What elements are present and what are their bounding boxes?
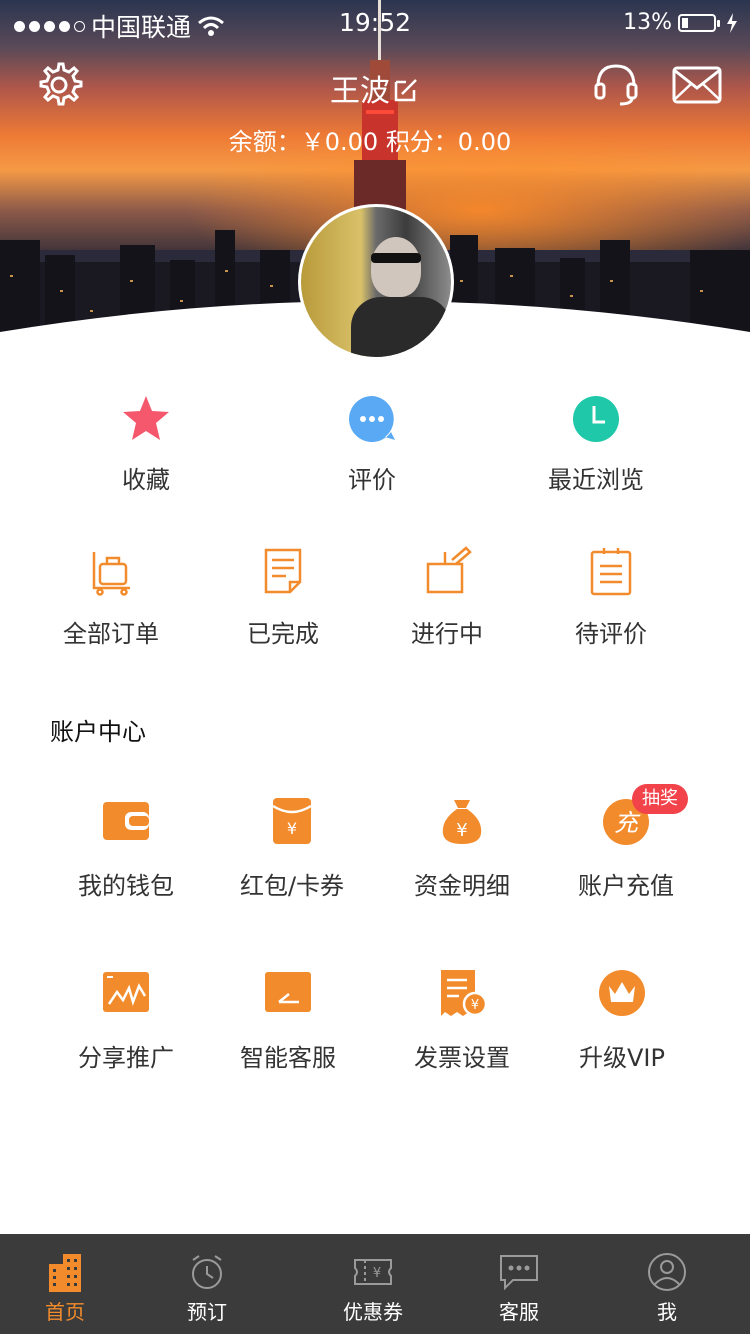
avatar-photo [301,207,451,357]
tab-label: 预订 [187,1300,227,1324]
quick-link-label: 收藏 [122,466,170,494]
charging-icon [727,12,737,33]
tab-home[interactable]: 首页 [0,1234,140,1334]
money-bag-icon: ¥ [442,800,482,844]
points-amount: 积分：0.00 [385,128,512,156]
order-label: 全部订单 [63,620,159,648]
battery-info: 13% [623,10,738,35]
tab-label: 优惠券 [343,1300,403,1324]
svg-text:¥: ¥ [471,998,479,1013]
account-item-label: 发票设置 [414,1044,510,1072]
account-smart-service[interactable]: 智能客服 [208,968,368,1073]
chat-bubble-icon [349,396,395,442]
svg-text:¥: ¥ [456,820,467,841]
building-icon [49,1254,81,1292]
account-item-label: 资金明细 [414,872,510,900]
user-name: 王波 [330,74,390,109]
clipboard-icon [590,548,632,596]
order-to-review[interactable]: 待评价 [536,546,686,649]
battery-icon [678,13,720,32]
user-avatar[interactable] [298,204,454,360]
svg-text:¥: ¥ [287,819,297,838]
invoice-icon: ¥ [441,970,487,1017]
crown-icon [599,970,645,1016]
clock-icon [573,396,619,442]
account-item-label: 升级VIP [579,1044,665,1072]
mail-icon[interactable] [672,66,722,104]
red-packet-icon: ¥ [272,798,312,844]
quick-link-label: 评价 [348,466,396,494]
tab-service[interactable]: 客服 [444,1234,594,1334]
order-label: 已完成 [247,620,319,648]
account-recharge[interactable]: 充 账户充值 [546,796,706,901]
svg-text:¥: ¥ [373,1266,381,1281]
balance-line: 余额：￥0.00 积分：0.00 [0,122,740,157]
order-all[interactable]: 全部订单 [36,546,186,649]
tab-label: 客服 [499,1300,539,1324]
tab-me[interactable]: 我 [592,1234,742,1334]
account-item-label: 我的钱包 [78,872,174,900]
balance-amount: 余额：￥0.00 [228,128,379,156]
message-icon [500,1255,538,1291]
wallet-icon [103,802,149,840]
user-icon [648,1253,686,1291]
luggage-cart-icon [92,552,130,596]
order-completed[interactable]: 已完成 [208,546,358,649]
account-item-label: 账户充值 [578,872,674,900]
quick-link-reviews[interactable]: 评价 [282,394,462,495]
tab-coupons[interactable]: ¥ 优惠券 [298,1234,448,1334]
alarm-clock-icon [192,1255,222,1289]
share-chart-icon [103,972,149,1012]
quick-link-favorites[interactable]: 收藏 [56,394,236,495]
quick-link-history[interactable]: 最近浏览 [506,394,686,495]
ticket-icon: ¥ [354,1259,392,1285]
account-item-label: 红包/卡券 [239,872,345,900]
order-label: 待评价 [575,620,647,648]
bottom-tab-bar: 首页 预订 ¥ 优惠券 客服 我 [0,1234,750,1334]
account-share[interactable]: 分享推广 [46,968,206,1073]
smart-service-icon [265,972,311,1012]
edit-icon[interactable] [392,76,420,104]
account-upgrade-vip[interactable]: 升级VIP [542,968,702,1073]
account-item-label: 分享推广 [78,1044,174,1072]
tab-booking[interactable]: 预订 [132,1234,282,1334]
account-item-label: 智能客服 [240,1044,336,1072]
account-invoice[interactable]: ¥ 发票设置 [382,968,542,1073]
order-label: 进行中 [411,620,483,648]
battery-percent: 13% [623,10,672,35]
star-icon [123,396,169,440]
order-in-progress[interactable]: 进行中 [372,546,522,649]
document-icon [264,548,302,594]
account-fund-details[interactable]: ¥ 资金明细 [382,796,542,901]
account-center-title: 账户中心 [50,718,146,746]
quick-link-label: 最近浏览 [548,466,644,494]
headset-icon[interactable] [592,60,640,108]
account-wallet[interactable]: 我的钱包 [46,796,206,901]
lottery-badge[interactable]: 抽奖 [632,784,688,814]
status-bar: 中国联通 19:52 13% [0,0,750,48]
tab-label: 首页 [45,1300,85,1324]
box-pen-icon [426,546,472,594]
recharge-glyph: 充 [614,809,641,837]
account-red-packet[interactable]: ¥ 红包/卡券 [212,796,372,901]
tab-label: 我 [657,1300,677,1324]
